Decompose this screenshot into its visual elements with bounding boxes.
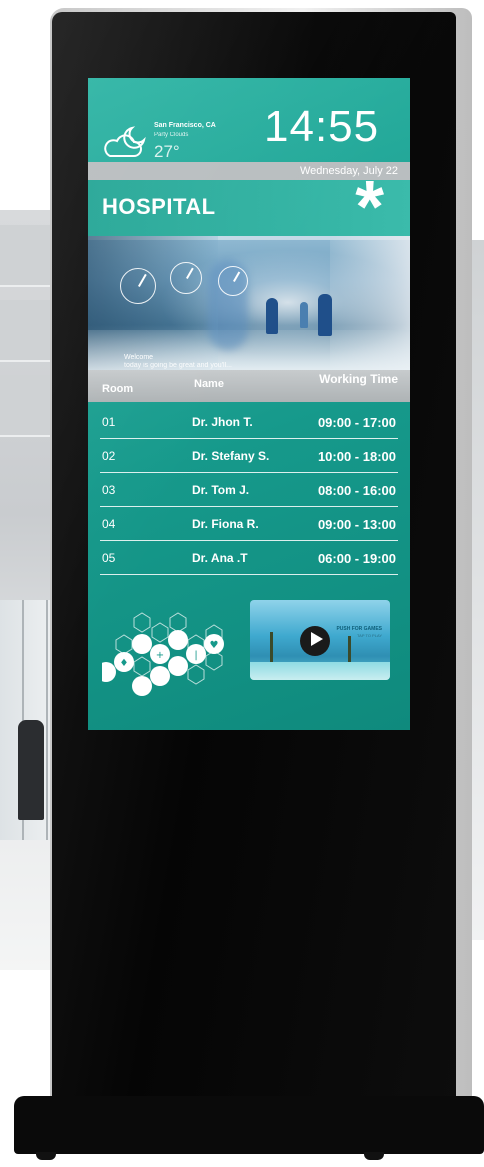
kiosk-base [14, 1096, 484, 1154]
gauge-icon [170, 262, 202, 294]
table-row: 05 Dr. Ana .T 06:00 - 19:00 [100, 540, 398, 575]
weather-condition: Party Clouds [154, 132, 189, 138]
play-icon [308, 631, 323, 651]
svg-text:♥: ♥ [210, 640, 219, 651]
room-number: 02 [102, 449, 116, 463]
kiosk-foot [36, 1152, 56, 1160]
cloud-moon-icon [102, 122, 150, 167]
working-time: 08:00 - 16:00 [317, 483, 396, 498]
room-number: 03 [102, 483, 116, 497]
svg-text:+: + [156, 650, 164, 661]
room-number: 05 [102, 551, 116, 565]
column-header-name: Name [194, 378, 224, 390]
working-time: 06:00 - 19:00 [317, 551, 396, 566]
gauge-icon [120, 268, 156, 304]
doctor-name: Dr. Ana .T [192, 551, 248, 565]
table-row: 03 Dr. Tom J. 08:00 - 16:00 [100, 472, 398, 507]
background-chair [18, 720, 44, 820]
doctor-name: Dr. Jhon T. [192, 415, 253, 429]
working-time: 09:00 - 13:00 [317, 517, 396, 532]
medical-icons-hex-grid: + ♥ ♦ | [96, 610, 242, 705]
video-thumbnail[interactable]: PUSH FOR GAMES TAP TO PLAY [250, 600, 390, 680]
svg-text:♦: ♦ [120, 658, 129, 669]
doctor-name: Dr. Stefany S. [192, 449, 270, 463]
room-number: 04 [102, 517, 116, 531]
video-title: PUSH FOR GAMES [336, 626, 382, 632]
working-time: 10:00 - 18:00 [317, 449, 396, 464]
weather-temperature: 27° [154, 142, 180, 161]
welcome-subtext: today is going be great and you'll... [124, 362, 232, 369]
svg-text:|: | [194, 650, 197, 661]
table-row: 02 Dr. Stefany S. 10:00 - 18:00 [100, 438, 398, 473]
table-row: 04 Dr. Fiona R. 09:00 - 13:00 [100, 506, 398, 541]
column-header-room: Room [102, 383, 134, 395]
working-time: 09:00 - 17:00 [317, 415, 396, 430]
column-header-working-time: Working Time [319, 372, 398, 386]
hospital-title: HOSPITAL [102, 194, 216, 219]
hospital-header: HOSPITAL * [88, 170, 410, 244]
gauge-icon [218, 266, 248, 296]
table-header: Room Name Working Time [88, 370, 410, 402]
video-subtitle: TAP TO PLAY [357, 633, 382, 638]
doctor-name: Dr. Fiona R. [192, 517, 259, 531]
play-button[interactable] [300, 626, 330, 656]
welcome-text: Welcome [124, 354, 154, 361]
table-row: 01 Dr. Jhon T. 09:00 - 17:00 [100, 404, 398, 439]
kiosk-foot [364, 1152, 384, 1160]
doctor-name: Dr. Tom J. [192, 483, 250, 497]
clock-time: 14:55 [264, 102, 380, 151]
medical-asterisk-icon: * [355, 165, 384, 248]
weather-city: San Francisco, CA [154, 122, 216, 129]
room-number: 01 [102, 415, 116, 429]
kiosk-screen: San Francisco, CA Party Clouds 27° 14:55… [88, 78, 410, 730]
